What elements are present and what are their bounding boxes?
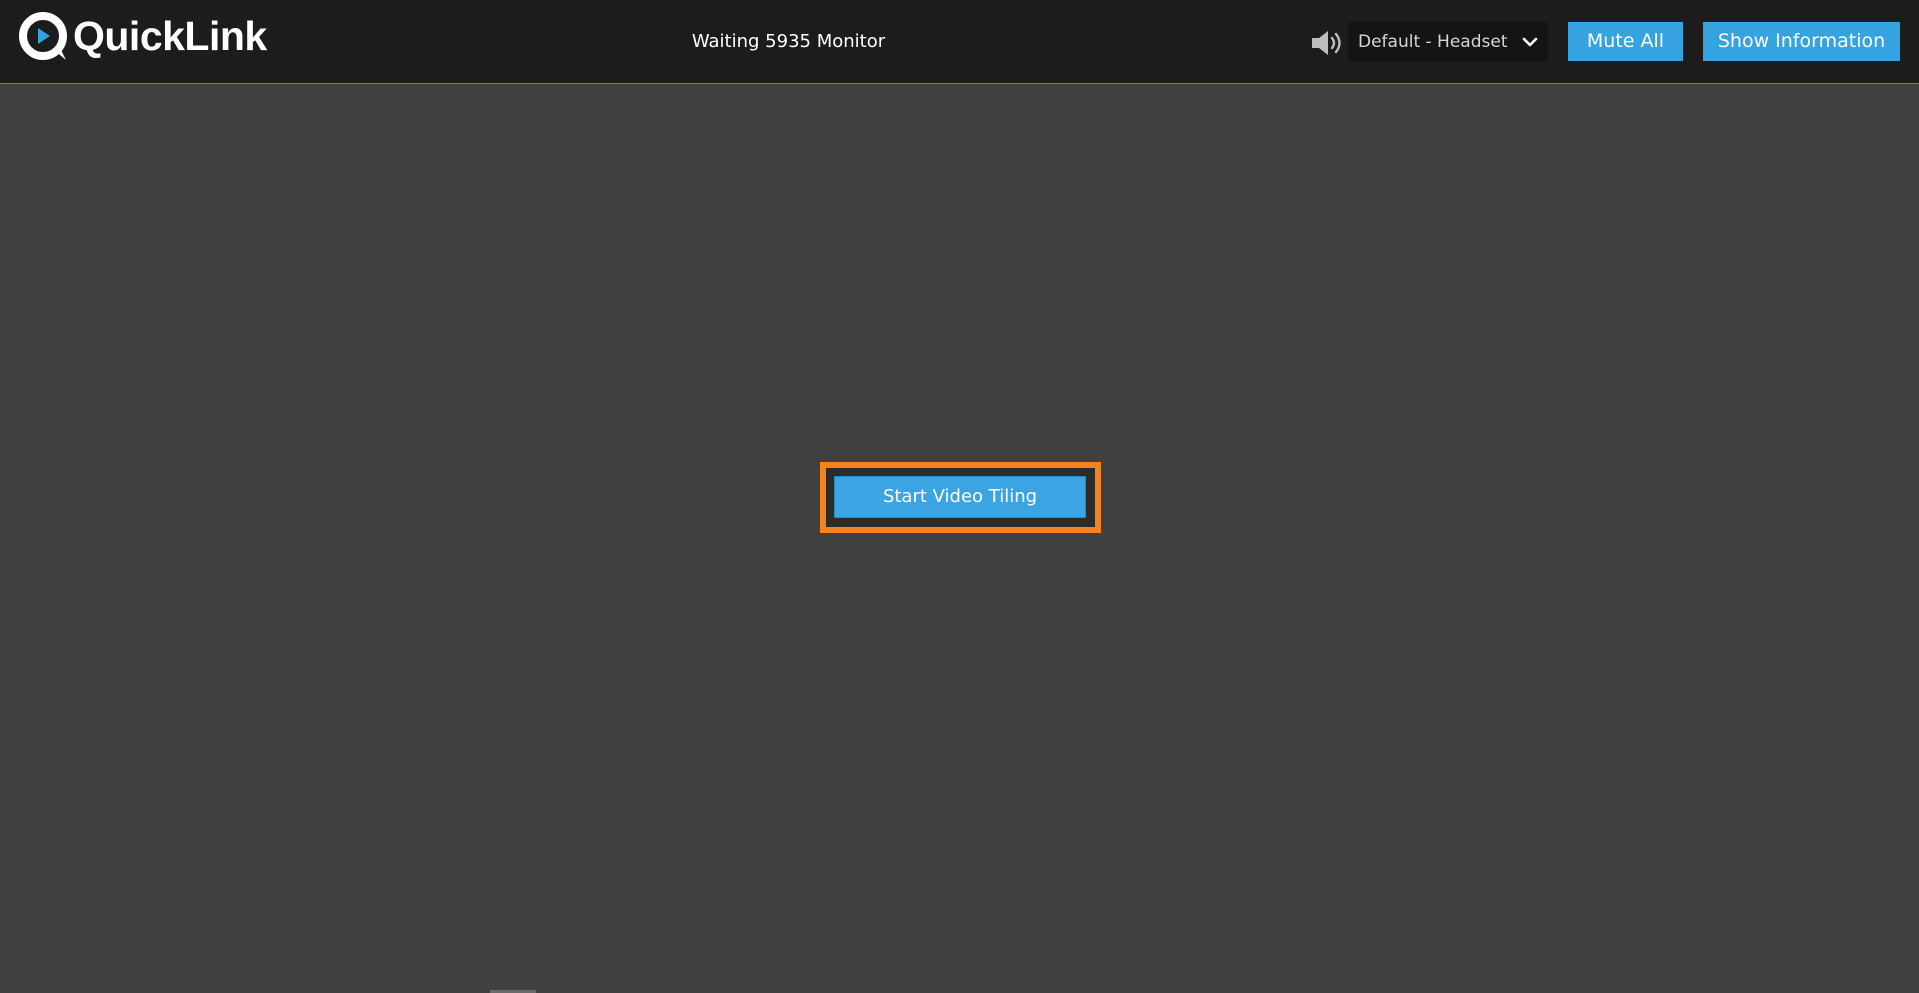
start-video-tiling-button[interactable]: Start Video Tiling (834, 476, 1086, 518)
mute-all-button[interactable]: Mute All (1568, 22, 1683, 61)
brand-logo: QuickLink (18, 10, 267, 62)
app-window: QuickLink Waiting 5935 Monitor Default -… (0, 0, 1919, 993)
top-bar: QuickLink Waiting 5935 Monitor Default -… (0, 0, 1919, 84)
speaker-icon[interactable] (1310, 28, 1344, 58)
audio-device-select[interactable]: Default - Headset Earphone (1348, 22, 1548, 62)
status-title: Waiting 5935 Monitor (691, 31, 886, 52)
chevron-down-icon (1522, 37, 1538, 47)
audio-device-value: Default - Headset Earphone (1358, 32, 1512, 52)
quicklink-logo-icon (19, 12, 67, 60)
show-information-button[interactable]: Show Information (1703, 22, 1900, 61)
brand-name: QuickLink (73, 13, 267, 59)
